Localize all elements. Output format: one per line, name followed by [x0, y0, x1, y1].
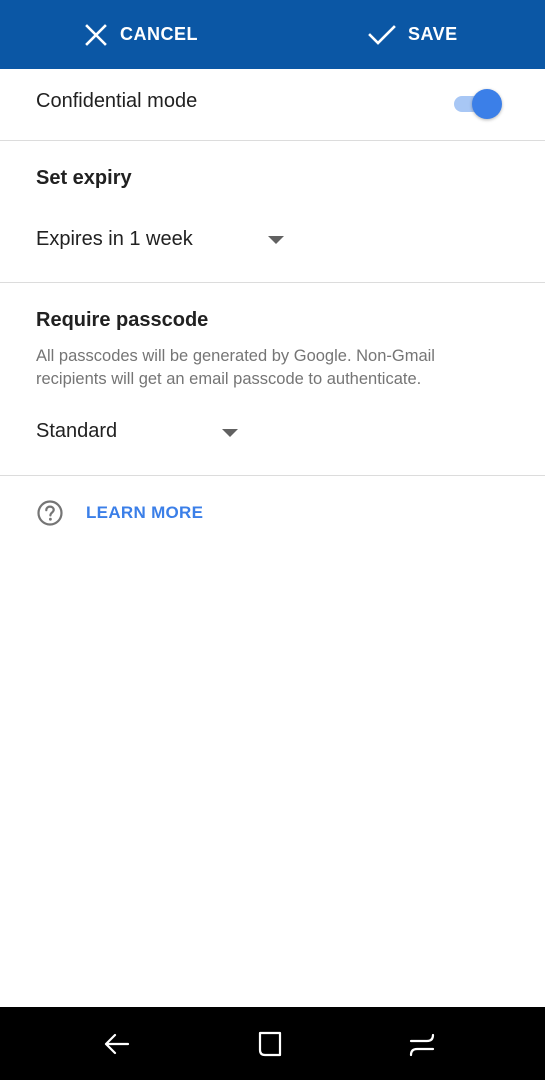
- set-expiry-title: Set expiry: [36, 167, 132, 189]
- confidential-mode-row: Confidential mode: [0, 69, 545, 141]
- home-icon: [258, 1031, 282, 1057]
- expiry-selected-value: Expires in 1 week: [36, 228, 193, 250]
- set-expiry-section: Set expiry Expires in 1 week: [0, 141, 545, 283]
- home-button[interactable]: [255, 1029, 285, 1059]
- toggle-thumb: [472, 89, 502, 119]
- confidential-mode-label: Confidential mode: [36, 90, 198, 112]
- expiry-dropdown[interactable]: Expires in 1 week: [36, 228, 284, 251]
- back-button[interactable]: [102, 1029, 132, 1059]
- back-arrow-icon: [104, 1033, 130, 1055]
- close-icon: [85, 23, 107, 46]
- save-label: SAVE: [408, 24, 458, 44]
- passcode-selected-value: Standard: [36, 420, 118, 442]
- check-icon: [368, 24, 396, 45]
- recent-apps-icon: [409, 1033, 435, 1057]
- dropdown-arrow-icon: [268, 236, 284, 244]
- save-button[interactable]: SAVE: [368, 0, 458, 69]
- confidential-mode-toggle[interactable]: [452, 87, 504, 119]
- require-passcode-title: Require passcode: [36, 309, 209, 331]
- cancel-button[interactable]: CANCEL: [84, 0, 198, 69]
- system-nav-bar: [0, 1007, 545, 1080]
- passcode-dropdown[interactable]: Standard: [36, 420, 238, 443]
- require-passcode-section: Require passcode All passcodes will be g…: [0, 283, 545, 476]
- dropdown-arrow-icon: [222, 429, 238, 437]
- top-action-bar: CANCEL SAVE: [0, 0, 545, 69]
- confidential-mode-screen: CANCEL SAVE Confidential mode Set expiry…: [0, 0, 545, 1080]
- learn-more-label: LEARN MORE: [86, 503, 204, 522]
- cancel-label: CANCEL: [120, 24, 198, 44]
- recent-apps-button[interactable]: [407, 1029, 437, 1059]
- help-circle-icon: [37, 500, 63, 526]
- learn-more-link[interactable]: LEARN MORE: [36, 499, 203, 527]
- passcode-description: All passcodes will be generated by Googl…: [36, 347, 435, 388]
